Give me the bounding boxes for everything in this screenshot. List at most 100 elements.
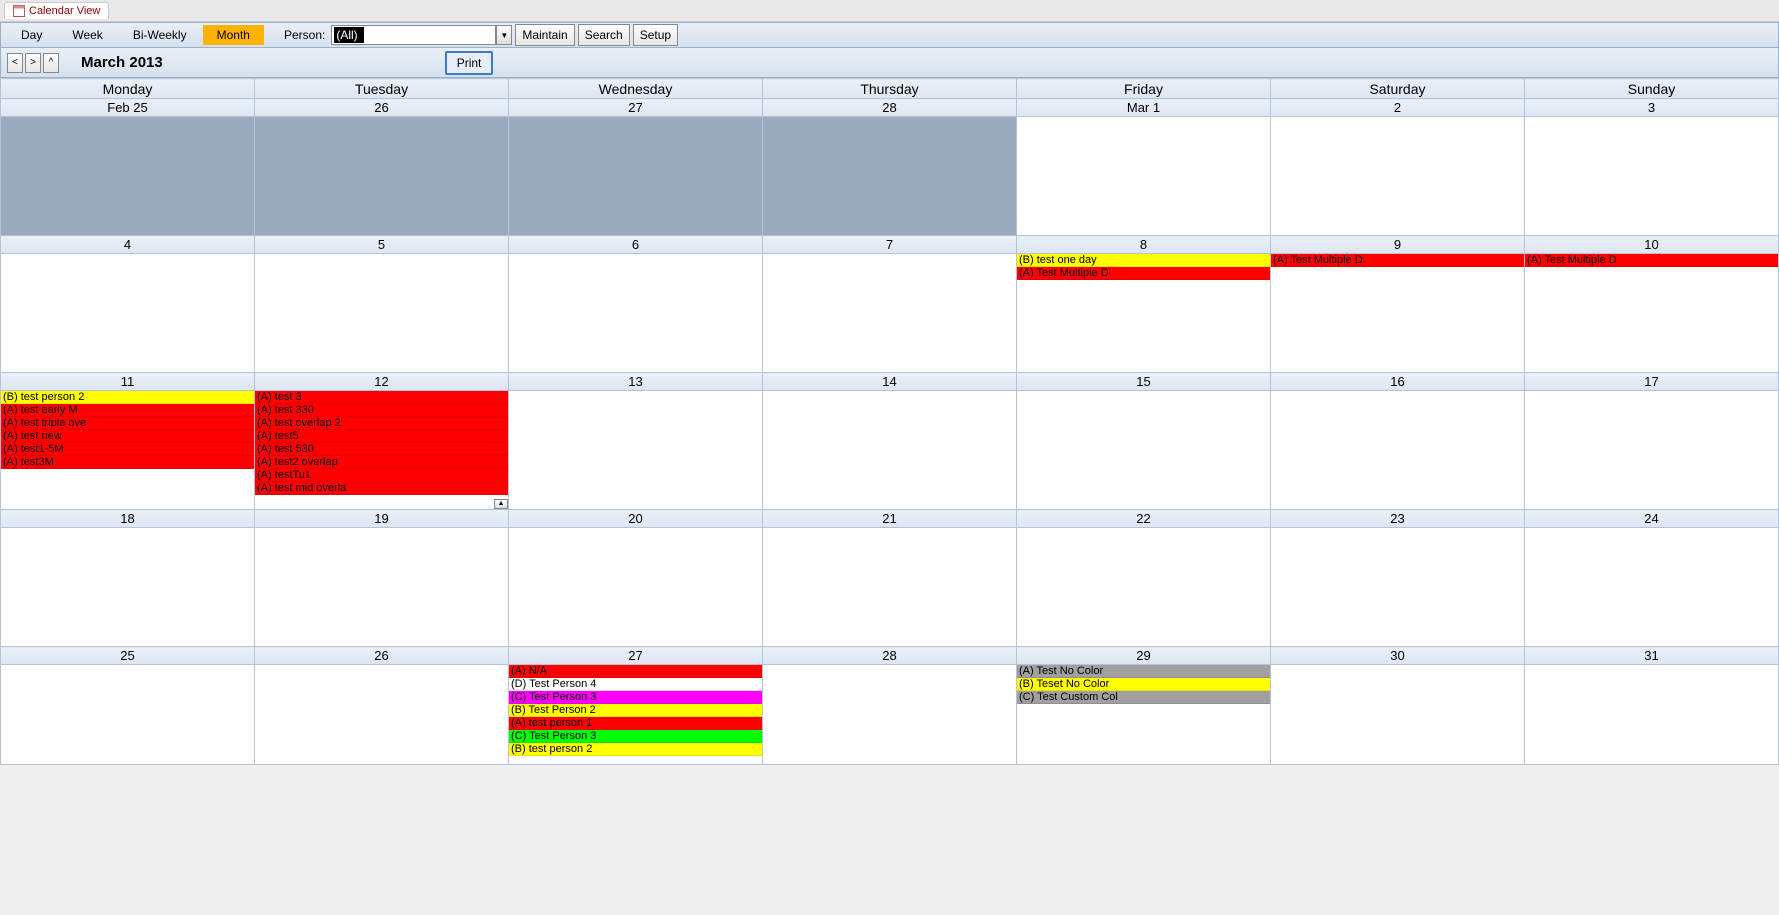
day-cell-mar8[interactable]: (B) test one day (A) Test Multiple D xyxy=(1017,254,1271,373)
day-cell[interactable] xyxy=(255,528,509,647)
day-cell[interactable] xyxy=(1525,528,1779,647)
event[interactable]: (C) Test Person 3 xyxy=(509,691,762,704)
overflow-indicator[interactable]: ▲ xyxy=(494,499,508,509)
event[interactable]: (A) Test Multiple D xyxy=(1271,254,1524,267)
day-cell[interactable] xyxy=(1,665,255,765)
event[interactable]: (A) test 530 xyxy=(255,443,508,456)
day-cell[interactable] xyxy=(1271,391,1525,510)
day-cell-mar29[interactable]: (A) Test No Color (B) Teset No Color (C)… xyxy=(1017,665,1271,765)
view-week-button[interactable]: Week xyxy=(58,25,116,45)
tab-calendar-view[interactable]: Calendar View xyxy=(4,2,109,19)
event[interactable]: (A) testTu1 xyxy=(255,469,508,482)
maintain-button[interactable]: Maintain xyxy=(515,24,574,46)
day-cell-mar12[interactable]: (A) test 3 (A) test 330 (A) test overlap… xyxy=(255,391,509,510)
person-dropdown-button[interactable]: ▼ xyxy=(496,25,512,45)
date-cell[interactable]: 26 xyxy=(255,99,509,117)
date-cell[interactable]: 31 xyxy=(1525,647,1779,665)
day-cell[interactable] xyxy=(1271,665,1525,765)
date-cell[interactable]: 27 xyxy=(509,647,763,665)
date-cell[interactable]: 12 xyxy=(255,373,509,391)
day-cell[interactable] xyxy=(1271,528,1525,647)
event[interactable]: (D) Test Person 4 xyxy=(509,678,762,691)
date-cell[interactable]: 14 xyxy=(763,373,1017,391)
event[interactable]: (B) Test Person 2 xyxy=(509,704,762,717)
day-cell[interactable] xyxy=(763,528,1017,647)
day-cell[interactable] xyxy=(1017,117,1271,236)
date-cell[interactable]: 24 xyxy=(1525,510,1779,528)
person-select[interactable]: ▼ xyxy=(331,25,512,45)
view-day-button[interactable]: Day xyxy=(7,25,56,45)
day-cell-mar11[interactable]: (B) test person 2 (A) test early M (A) t… xyxy=(1,391,255,510)
view-biweekly-button[interactable]: Bi-Weekly xyxy=(119,25,201,45)
date-cell[interactable]: 11 xyxy=(1,373,255,391)
day-cell[interactable] xyxy=(1017,528,1271,647)
day-cell[interactable] xyxy=(1,117,255,236)
date-cell[interactable]: 25 xyxy=(1,647,255,665)
day-cell-mar27[interactable]: (A) N/A (D) Test Person 4 (C) Test Perso… xyxy=(509,665,763,765)
day-cell[interactable] xyxy=(1525,391,1779,510)
event[interactable]: (B) test person 2 xyxy=(1,391,254,404)
event[interactable]: (A) Test Multiple D xyxy=(1525,254,1778,267)
day-cell[interactable] xyxy=(1,528,255,647)
date-cell[interactable]: 20 xyxy=(509,510,763,528)
date-cell[interactable]: 7 xyxy=(763,236,1017,254)
date-cell[interactable]: 15 xyxy=(1017,373,1271,391)
day-cell[interactable] xyxy=(255,117,509,236)
day-cell[interactable] xyxy=(1525,665,1779,765)
day-cell[interactable] xyxy=(763,665,1017,765)
date-cell[interactable]: Feb 25 xyxy=(1,99,255,117)
event[interactable]: (B) Teset No Color xyxy=(1017,678,1270,691)
event[interactable]: (A) test1-5M xyxy=(1,443,254,456)
event[interactable]: (A) test overlap 2 xyxy=(255,417,508,430)
event[interactable]: (A) N/A xyxy=(509,665,762,678)
date-cell[interactable]: 29 xyxy=(1017,647,1271,665)
date-cell[interactable]: 17 xyxy=(1525,373,1779,391)
event[interactable]: (A) test person 1 xyxy=(509,717,762,730)
day-cell[interactable] xyxy=(509,391,763,510)
day-cell[interactable] xyxy=(1271,117,1525,236)
prev-button[interactable]: < xyxy=(7,53,23,73)
event[interactable]: (A) test 330 xyxy=(255,404,508,417)
day-cell[interactable] xyxy=(1525,117,1779,236)
date-cell[interactable]: 21 xyxy=(763,510,1017,528)
date-cell[interactable]: 5 xyxy=(255,236,509,254)
date-cell[interactable]: 23 xyxy=(1271,510,1525,528)
date-cell[interactable]: 8 xyxy=(1017,236,1271,254)
date-cell[interactable]: 30 xyxy=(1271,647,1525,665)
day-cell-mar10[interactable]: (A) Test Multiple D xyxy=(1525,254,1779,373)
view-month-button[interactable]: Month xyxy=(203,25,264,45)
event[interactable]: (C) Test Person 3 xyxy=(509,730,762,743)
date-cell[interactable]: 19 xyxy=(255,510,509,528)
date-cell[interactable]: 6 xyxy=(509,236,763,254)
event[interactable]: (A) test triple ove xyxy=(1,417,254,430)
event[interactable]: (A) test mid overla xyxy=(255,482,508,495)
date-cell[interactable]: 28 xyxy=(763,647,1017,665)
date-cell[interactable]: 9 xyxy=(1271,236,1525,254)
date-cell[interactable]: Mar 1 xyxy=(1017,99,1271,117)
event[interactable]: (A) Test No Color xyxy=(1017,665,1270,678)
event[interactable]: (C) Test Custom Col xyxy=(1017,691,1270,704)
date-cell[interactable]: 2 xyxy=(1271,99,1525,117)
date-cell[interactable]: 3 xyxy=(1525,99,1779,117)
day-cell[interactable] xyxy=(509,117,763,236)
day-cell[interactable] xyxy=(509,254,763,373)
next-button[interactable]: > xyxy=(25,53,41,73)
day-cell[interactable] xyxy=(1017,391,1271,510)
print-button[interactable]: Print xyxy=(445,51,494,75)
day-cell[interactable] xyxy=(509,528,763,647)
day-cell[interactable] xyxy=(1,254,255,373)
day-cell[interactable] xyxy=(763,117,1017,236)
day-cell[interactable] xyxy=(763,254,1017,373)
search-button[interactable]: Search xyxy=(578,24,630,46)
event[interactable]: (A) test2 overlap xyxy=(255,456,508,469)
date-cell[interactable]: 16 xyxy=(1271,373,1525,391)
event[interactable]: (A) test new xyxy=(1,430,254,443)
date-cell[interactable]: 18 xyxy=(1,510,255,528)
event[interactable]: (A) test3M xyxy=(1,456,254,469)
date-cell[interactable]: 27 xyxy=(509,99,763,117)
date-cell[interactable]: 28 xyxy=(763,99,1017,117)
date-cell[interactable]: 22 xyxy=(1017,510,1271,528)
date-cell[interactable]: 4 xyxy=(1,236,255,254)
event[interactable]: (B) test one day xyxy=(1017,254,1270,267)
day-cell-mar9[interactable]: (A) Test Multiple D xyxy=(1271,254,1525,373)
